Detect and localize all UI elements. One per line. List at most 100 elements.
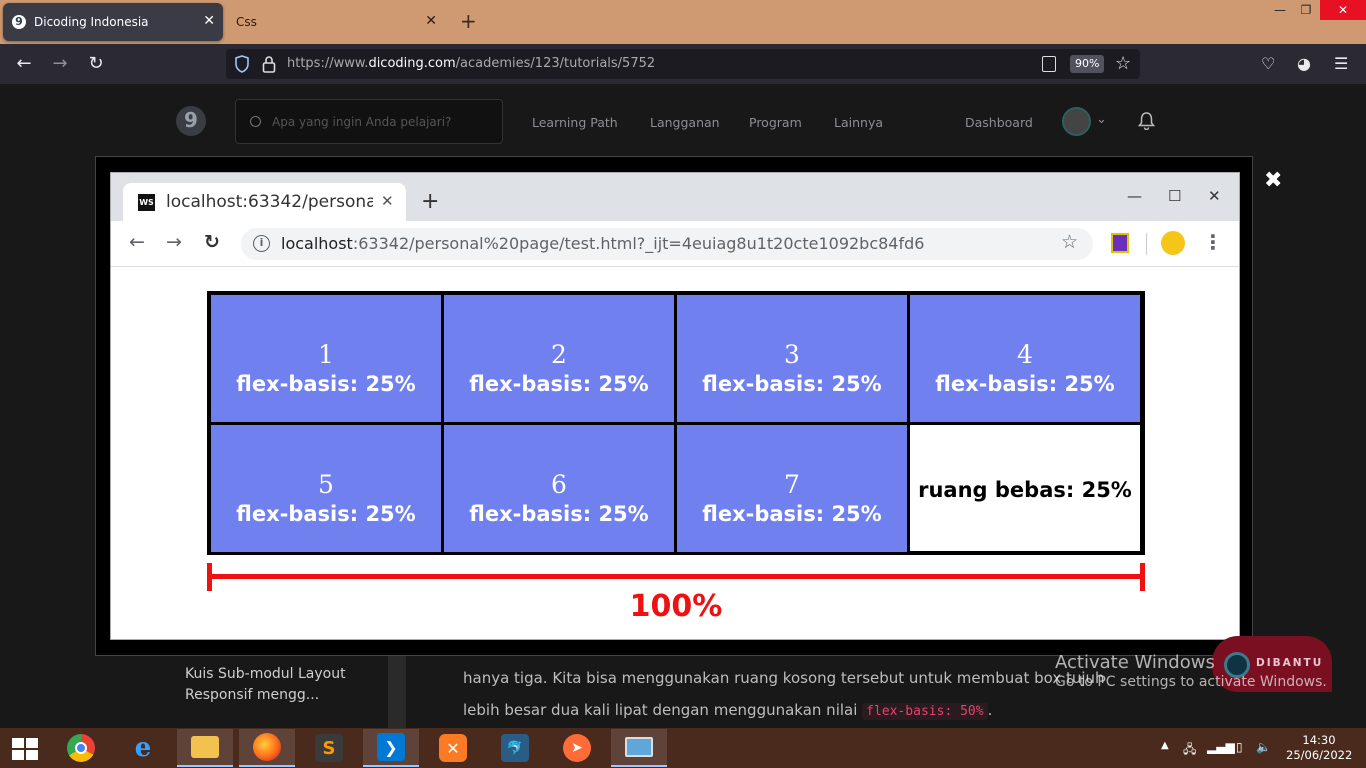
- volume-icon[interactable]: 🔈: [1256, 740, 1271, 754]
- chrome-menu-icon: ⋮: [1203, 230, 1223, 254]
- sublime-text-icon[interactable]: S: [301, 729, 357, 767]
- width-ruler: [209, 574, 1143, 579]
- tab-dicoding[interactable]: 9 Dicoding Indonesia ✕: [3, 3, 223, 41]
- clock-time: 14:30: [1302, 733, 1336, 747]
- reload-button[interactable]: ↻: [84, 53, 108, 74]
- chrome-minimize-icon: —: [1127, 187, 1142, 205]
- extension-icon: [1111, 233, 1129, 253]
- url-bar[interactable]: https://www.dicoding.com/academies/123/t…: [226, 49, 1140, 79]
- chevron-down-icon[interactable]: ⌄: [1096, 112, 1107, 127]
- clock[interactable]: 14:30 25/06/2022: [1286, 733, 1352, 763]
- tracking-protection-icon[interactable]: [234, 55, 250, 73]
- chrome-forward-icon: →: [166, 231, 182, 253]
- free-space-label: ruang bebas: 25%: [918, 478, 1132, 502]
- chrome-reload-icon: ↻: [204, 231, 220, 253]
- ruler-label: 100%: [629, 589, 723, 624]
- tray-expand-icon[interactable]: ▲: [1161, 740, 1169, 751]
- profile-avatar-icon: [1161, 231, 1185, 255]
- article-line: lebih besar dua kali lipat dengan menggu…: [463, 701, 993, 720]
- menu-icon[interactable]: ☰: [1334, 54, 1348, 73]
- battery-icon[interactable]: ▯: [1236, 740, 1243, 754]
- chrome-omnibox: i localhost:63342/personal%20page/test.h…: [241, 228, 1093, 260]
- chrome-close-tab-icon: ✕: [381, 192, 394, 210]
- windows-taskbar: e S ❯ ✕ 🐬 ➤ ▲ 🖧 ▂▄▆ ▯ 🔈 14:30 25/06/2022: [0, 728, 1366, 768]
- lock-icon[interactable]: [262, 55, 276, 73]
- close-tab-icon[interactable]: ✕: [203, 13, 215, 29]
- reader-view-icon[interactable]: [1042, 56, 1056, 72]
- item-number: 2: [551, 340, 567, 369]
- dicoding-favicon-icon: 9: [12, 15, 26, 29]
- ruler-right-cap: [1140, 563, 1145, 591]
- flex-item-2: 2 flex-basis: 25%: [444, 295, 674, 422]
- postman-icon[interactable]: ➤: [549, 729, 605, 767]
- mysql-workbench-icon[interactable]: 🐬: [487, 729, 543, 767]
- vscode-icon[interactable]: ❯: [363, 729, 419, 767]
- flex-item-1: 1 flex-basis: 25%: [211, 295, 441, 422]
- internet-explorer-icon[interactable]: e: [115, 729, 171, 767]
- file-explorer-icon[interactable]: [177, 729, 233, 767]
- network-icon[interactable]: 🖧: [1183, 740, 1196, 761]
- divider: [1146, 233, 1147, 255]
- nav-dashboard[interactable]: Dashboard: [965, 115, 1033, 130]
- item-basis: flex-basis: 25%: [935, 372, 1115, 396]
- forward-button[interactable]: →: [48, 53, 72, 74]
- nav-langganan[interactable]: Langganan: [650, 115, 720, 130]
- webstorm-icon: WS: [138, 194, 155, 211]
- wifi-signal-icon[interactable]: ▂▄▆: [1207, 740, 1235, 754]
- chrome-tab-strip: WS localhost:63342/personal page/test.ht…: [111, 173, 1239, 221]
- watermark-title: Activate Windows: [1055, 652, 1215, 673]
- nav-lainnya[interactable]: Lainnya: [834, 115, 883, 130]
- pocket-icon[interactable]: ♡: [1261, 54, 1275, 73]
- item-number: 7: [784, 470, 800, 499]
- item-basis: flex-basis: 25%: [702, 372, 882, 396]
- tab-css[interactable]: Css ✕: [230, 3, 445, 41]
- item-number: 3: [784, 340, 800, 369]
- flex-item-5: 5 flex-basis: 25%: [211, 425, 441, 552]
- account-icon[interactable]: ◕: [1297, 54, 1311, 73]
- sidebar-item-quiz[interactable]: Kuis Sub-modul Layout Responsif mengg...: [185, 664, 385, 706]
- flex-item-4: 4 flex-basis: 25%: [910, 295, 1140, 422]
- chrome-maximize-icon: ☐: [1168, 187, 1182, 205]
- bookmark-star-icon[interactable]: ☆: [1115, 53, 1131, 74]
- item-basis: flex-basis: 25%: [469, 372, 649, 396]
- nav-program[interactable]: Program: [749, 115, 802, 130]
- close-window-button[interactable]: ✕: [1320, 0, 1366, 20]
- chrome-icon[interactable]: [53, 729, 109, 767]
- close-tab-icon[interactable]: ✕: [425, 13, 437, 29]
- tab-label: Dicoding Indonesia: [34, 15, 149, 29]
- back-button[interactable]: ←: [12, 53, 36, 74]
- firefox-icon[interactable]: [239, 729, 295, 767]
- notification-bell-icon[interactable]: [1138, 111, 1155, 130]
- chrome-star-icon: ☆: [1061, 231, 1079, 253]
- tab-label: Css: [236, 15, 257, 29]
- url-text: https://www.dicoding.com/academies/123/t…: [287, 56, 656, 71]
- flex-item-7: 7 flex-basis: 25%: [677, 425, 907, 552]
- item-number: 4: [1017, 340, 1033, 369]
- clock-date: 25/06/2022: [1286, 748, 1353, 762]
- start-icon[interactable]: [12, 738, 38, 760]
- xampp-icon[interactable]: ✕: [425, 729, 481, 767]
- zoom-level[interactable]: 90%: [1070, 55, 1105, 73]
- chrome-tab: WS localhost:63342/personal page/test.ht…: [123, 183, 406, 221]
- screenshot-chrome-window: WS localhost:63342/personal page/test.ht…: [110, 172, 1240, 640]
- search-input[interactable]: Apa yang ingin Anda pelajari?: [235, 99, 503, 144]
- info-icon: i: [253, 235, 270, 252]
- chrome-new-tab-icon: +: [421, 189, 440, 214]
- inline-code: flex-basis: 50%: [862, 703, 988, 720]
- close-lightbox-icon[interactable]: ✖: [1264, 168, 1282, 193]
- minimize-button[interactable]: —: [1270, 0, 1290, 20]
- photos-icon[interactable]: [611, 729, 667, 767]
- chrome-back-icon: ←: [129, 231, 145, 253]
- restore-button[interactable]: ❐: [1296, 0, 1316, 20]
- dicoding-logo[interactable]: 9: [176, 106, 206, 136]
- item-number: 1: [318, 340, 334, 369]
- avatar[interactable]: [1062, 107, 1091, 136]
- ruler-left-cap: [207, 563, 212, 591]
- item-number: 6: [551, 470, 567, 499]
- search-icon: [250, 116, 261, 127]
- search-placeholder: Apa yang ingin Anda pelajari?: [272, 115, 452, 129]
- nav-learning-path[interactable]: Learning Path: [532, 115, 618, 130]
- item-basis: flex-basis: 25%: [236, 502, 416, 526]
- new-tab-button[interactable]: +: [460, 9, 477, 33]
- flex-item-6: 6 flex-basis: 25%: [444, 425, 674, 552]
